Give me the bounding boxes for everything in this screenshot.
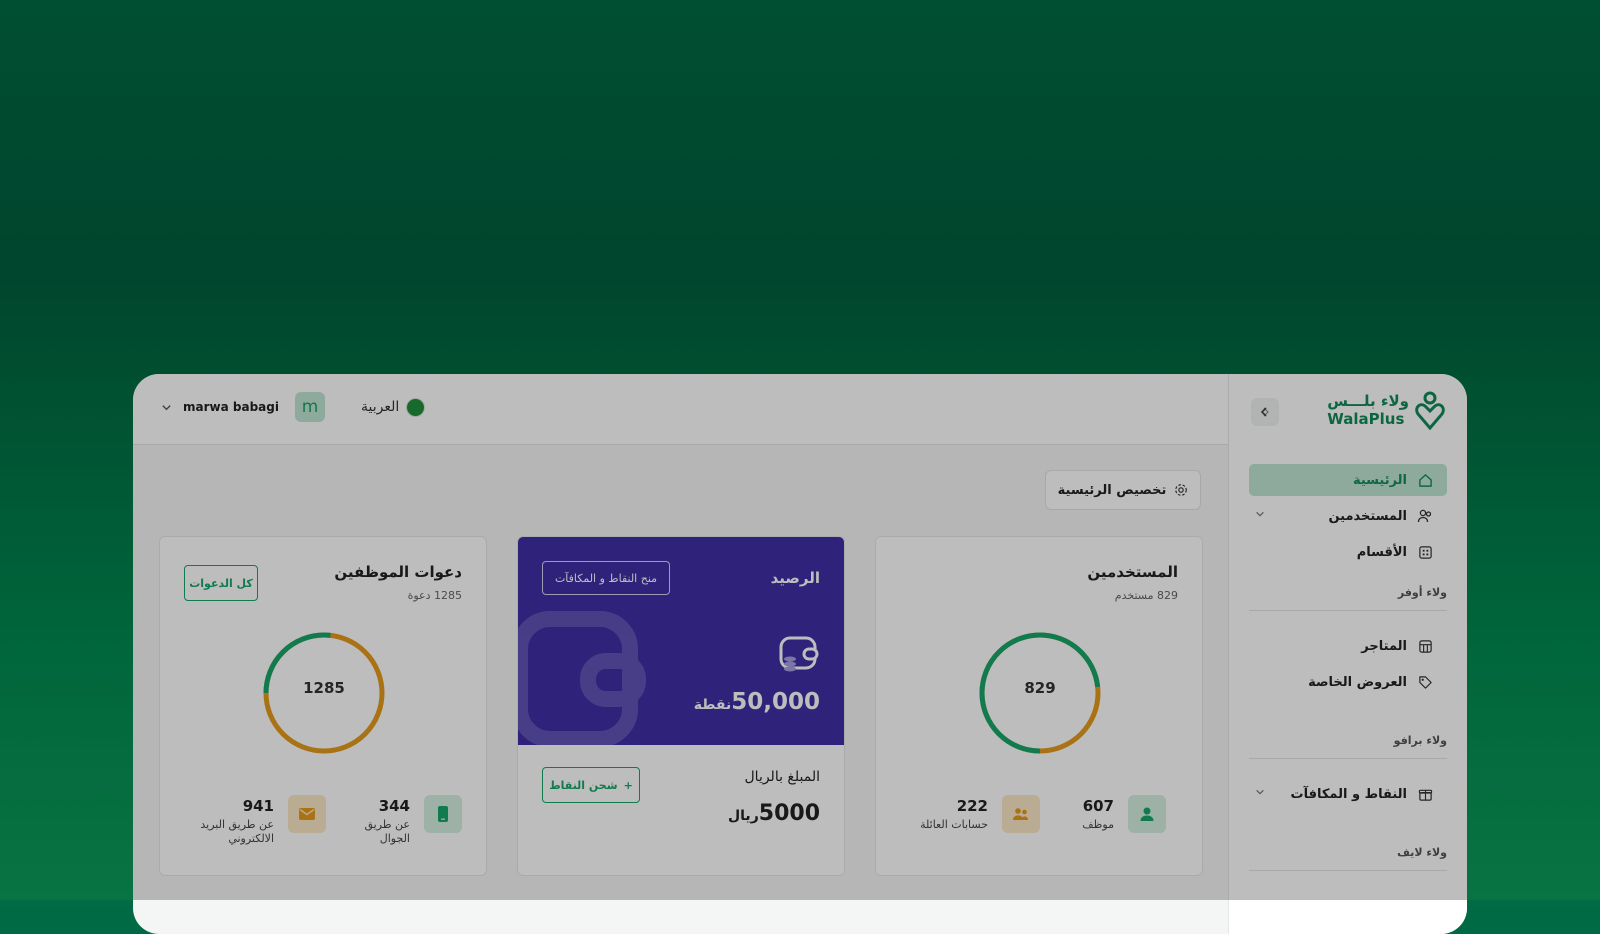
balance-panel: الرصيد منح النقاط و المكافآت 50,000 نقطة (518, 537, 844, 745)
stat-email-label-line1: عن طريق البريد (200, 818, 274, 831)
logo-english: WalaPlus (1327, 410, 1405, 428)
stat-mobile-invites: 344 عن طريق الجوال (365, 795, 462, 846)
sidebar-item-label: المستخدمين (1328, 508, 1407, 524)
amount-sar: 5000 ريال (728, 801, 820, 826)
stat-family-value: 222 (956, 797, 988, 815)
flag-icon (406, 397, 426, 417)
balance-title: الرصيد (770, 569, 820, 587)
stat-mobile-label-line2: الجوال (379, 832, 410, 845)
chevron-down-icon (1255, 787, 1265, 800)
sidebar-item-special-offers[interactable]: العروض الخاصة (1249, 666, 1447, 698)
departments-icon (1417, 544, 1433, 560)
sidebar-item-users[interactable]: المستخدمين (1249, 500, 1447, 532)
section-label-life: ولاء لايف (1397, 846, 1447, 859)
recharge-points-button[interactable]: + شحن النقاط (542, 767, 640, 803)
stat-mobile-value: 344 (378, 797, 410, 815)
dashboard-window: marwa babagi m العربية تخصيص الرئيسية ال… (133, 374, 1467, 934)
sidebar-item-label: العروض الخاصة (1308, 674, 1407, 690)
amount-unit: ريال (728, 808, 759, 824)
stat-email-invites: 941 عن طريق البريد الالكتروني (200, 795, 326, 846)
logo-arabic: ولاء بلـــس (1327, 392, 1409, 410)
invites-total: 1285 (303, 679, 345, 697)
section-label-bravo: ولاء برافو (1393, 734, 1447, 747)
tag-icon (1417, 674, 1433, 690)
users-total: 829 (1024, 679, 1056, 697)
family-icon (1002, 795, 1040, 833)
customize-home-button[interactable]: تخصيص الرئيسية (1045, 470, 1201, 510)
stat-employees: 607 موظف (1082, 795, 1166, 833)
divider (1249, 870, 1447, 871)
chevron-left-right-icon (1260, 407, 1269, 417)
sidebar-item-departments[interactable]: الأقسام (1249, 536, 1447, 568)
stat-mobile-label: عن طريق الجوال (365, 818, 411, 846)
sidebar-item-label: الرئيسية (1352, 472, 1407, 488)
wallet-icon (779, 636, 819, 672)
main-content: marwa babagi m العربية تخصيص الرئيسية ال… (133, 374, 1229, 934)
points-balance: 50,000 نقطة (694, 689, 820, 715)
store-icon (1417, 638, 1433, 654)
users-card-title: المستخدمين (1087, 563, 1178, 581)
balance-card: الرصيد منح النقاط و المكافآت 50,000 نقطة… (517, 536, 845, 876)
user-name[interactable]: marwa babagi (183, 400, 279, 414)
stat-email-label: عن طريق البريد الالكتروني (200, 818, 274, 846)
chevron-down-icon[interactable] (159, 400, 173, 414)
top-bar: marwa babagi m العربية (133, 374, 1229, 445)
stat-employees-label: موظف (1082, 818, 1114, 831)
invites-card: دعوات الموظفين 1285 دعوة كل الدعوات 1285… (159, 536, 487, 876)
mail-icon (288, 795, 326, 833)
wallet-watermark-icon (518, 611, 646, 745)
chevron-down-icon (1255, 509, 1265, 522)
stat-email-value: 941 (242, 797, 274, 815)
language-label: العربية (360, 399, 400, 415)
users-icon (1417, 508, 1433, 524)
stat-employees-value: 607 (1082, 797, 1114, 815)
collapse-sidebar-button[interactable] (1251, 398, 1279, 426)
sidebar-item-label: الأقسام (1356, 544, 1407, 560)
avatar[interactable]: m (294, 392, 325, 422)
amount-title: المبلغ بالريال (744, 769, 821, 785)
walaplus-logo[interactable]: ولاء بلـــس WalaPlus (1327, 390, 1445, 430)
plus-icon: + (623, 778, 633, 792)
mobile-icon (424, 795, 462, 833)
sidebar-item-stores[interactable]: المتاجر (1249, 630, 1447, 662)
stat-email-label-line2: الالكتروني (228, 832, 274, 845)
sidebar: ولاء بلـــس WalaPlus الرئيسية المستخدمين (1228, 374, 1467, 934)
customize-label: تخصيص الرئيسية (1057, 482, 1167, 498)
users-card: المستخدمين 829 مستخدم 829 607 موظف 222 ح… (875, 536, 1203, 876)
gear-icon (1175, 484, 1188, 496)
sidebar-item-label: النقاط و المكافآت (1290, 786, 1407, 802)
language-switcher[interactable]: العربية (360, 397, 426, 417)
section-label-awfar: ولاء أوفر (1397, 586, 1447, 599)
user-icon (1128, 795, 1166, 833)
recharge-label: شحن النقاط (549, 778, 618, 792)
divider (1249, 758, 1447, 759)
sidebar-item-home[interactable]: الرئيسية (1249, 464, 1447, 496)
user-area: marwa babagi m العربية (159, 392, 426, 422)
invites-card-title: دعوات الموظفين (334, 563, 462, 581)
logo-text: ولاء بلـــس WalaPlus (1327, 392, 1409, 428)
grant-points-button[interactable]: منح النقاط و المكافآت (542, 561, 670, 595)
stat-mobile-label-line1: عن طريق (364, 818, 411, 831)
sidebar-item-label: المتاجر (1361, 638, 1407, 654)
sidebar-item-points-rewards[interactable]: النقاط و المكافآت (1249, 778, 1447, 810)
gift-icon (1417, 786, 1433, 802)
home-icon (1417, 472, 1433, 488)
logo-mark-icon (1415, 391, 1445, 430)
points-value: 50,000 (731, 689, 820, 715)
stat-family-label: حسابات العائلة (920, 818, 988, 831)
points-unit: نقطة (693, 697, 732, 713)
amount-value: 5000 (758, 801, 820, 826)
all-invites-button[interactable]: كل الدعوات (184, 565, 258, 601)
users-card-subtitle: 829 مستخدم (1114, 589, 1178, 602)
divider (1249, 610, 1447, 611)
stat-family: 222 حسابات العائلة (920, 795, 1040, 833)
invites-card-subtitle: 1285 دعوة (407, 589, 462, 602)
